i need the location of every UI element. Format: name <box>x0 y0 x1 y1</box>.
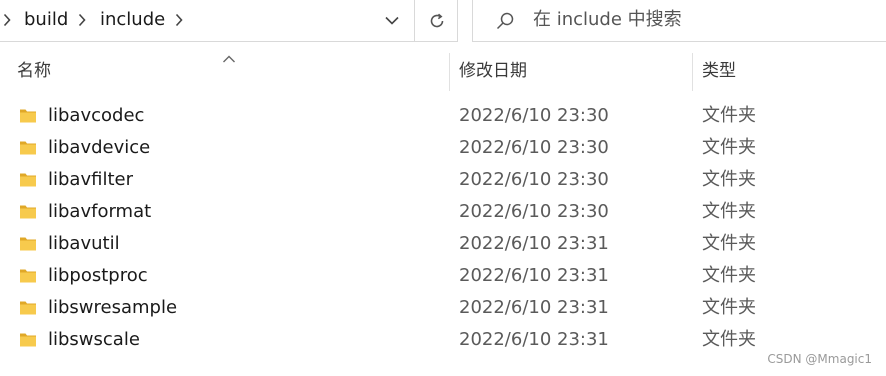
file-name: libavutil <box>48 233 120 254</box>
sort-ascending-icon <box>222 49 236 63</box>
refresh-button[interactable] <box>414 0 458 41</box>
column-divider[interactable] <box>449 53 450 91</box>
list-item[interactable]: libswresample 2022/6/10 23:31 文件夹 <box>0 292 886 324</box>
search-icon <box>495 11 515 31</box>
column-type-header[interactable]: 类型 <box>702 60 736 82</box>
folder-icon <box>19 171 37 188</box>
chevron-right-icon[interactable] <box>77 11 87 29</box>
file-date: 2022/6/10 23:31 <box>459 265 609 286</box>
chevron-down-icon <box>385 16 399 25</box>
file-date: 2022/6/10 23:30 <box>459 137 609 158</box>
file-type: 文件夹 <box>702 169 756 190</box>
file-name: libswscale <box>48 329 140 350</box>
file-date: 2022/6/10 23:31 <box>459 297 609 318</box>
column-date-header[interactable]: 修改日期 <box>459 60 527 82</box>
folder-icon <box>19 107 37 124</box>
column-header: 名称 修改日期 类型 <box>0 43 886 91</box>
file-name: libpostproc <box>48 265 148 286</box>
list-item[interactable]: libpostproc 2022/6/10 23:31 文件夹 <box>0 260 886 292</box>
folder-icon <box>19 139 37 156</box>
file-name: libavfilter <box>48 169 133 190</box>
address-history-dropdown[interactable] <box>372 0 412 41</box>
file-type: 文件夹 <box>702 297 756 318</box>
top-bar: build include 在 include 中搜索 <box>0 0 886 42</box>
column-divider[interactable] <box>692 53 693 91</box>
chevron-right-icon[interactable] <box>2 11 12 29</box>
search-box[interactable]: 在 include 中搜索 <box>472 0 886 42</box>
list-item[interactable]: libswscale 2022/6/10 23:31 文件夹 <box>0 324 886 356</box>
list-item[interactable]: libavfilter 2022/6/10 23:30 文件夹 <box>0 164 886 196</box>
file-list: libavcodec 2022/6/10 23:30 文件夹 libavdevi… <box>0 100 886 356</box>
folder-icon <box>19 267 37 284</box>
file-date: 2022/6/10 23:30 <box>459 105 609 126</box>
file-date: 2022/6/10 23:31 <box>459 233 609 254</box>
list-item[interactable]: libavcodec 2022/6/10 23:30 文件夹 <box>0 100 886 132</box>
file-name: libavformat <box>48 201 152 222</box>
address-bar[interactable]: build include <box>0 0 458 42</box>
file-date: 2022/6/10 23:30 <box>459 169 609 190</box>
folder-icon <box>19 203 37 220</box>
list-item[interactable]: libavdevice 2022/6/10 23:30 文件夹 <box>0 132 886 164</box>
file-type: 文件夹 <box>702 137 756 158</box>
list-item[interactable]: libavutil 2022/6/10 23:31 文件夹 <box>0 228 886 260</box>
breadcrumb-include[interactable]: include <box>100 9 165 31</box>
column-name-header[interactable]: 名称 <box>17 60 51 82</box>
file-date: 2022/6/10 23:31 <box>459 329 609 350</box>
file-name: libswresample <box>48 297 178 318</box>
chevron-right-icon[interactable] <box>174 11 184 29</box>
list-item[interactable]: libavformat 2022/6/10 23:30 文件夹 <box>0 196 886 228</box>
file-name: libavcodec <box>48 105 145 126</box>
file-name: libavdevice <box>48 137 151 158</box>
file-type: 文件夹 <box>702 201 756 222</box>
search-input[interactable]: 在 include 中搜索 <box>533 9 682 31</box>
file-type: 文件夹 <box>702 233 756 254</box>
folder-icon <box>19 299 37 316</box>
folder-icon <box>19 331 37 348</box>
watermark: CSDN @Mmagic1 <box>767 352 872 366</box>
file-type: 文件夹 <box>702 265 756 286</box>
file-type: 文件夹 <box>702 105 756 126</box>
refresh-icon <box>430 13 443 27</box>
file-date: 2022/6/10 23:30 <box>459 201 609 222</box>
folder-icon <box>19 235 37 252</box>
breadcrumb-build[interactable]: build <box>24 9 68 31</box>
file-type: 文件夹 <box>702 329 756 350</box>
